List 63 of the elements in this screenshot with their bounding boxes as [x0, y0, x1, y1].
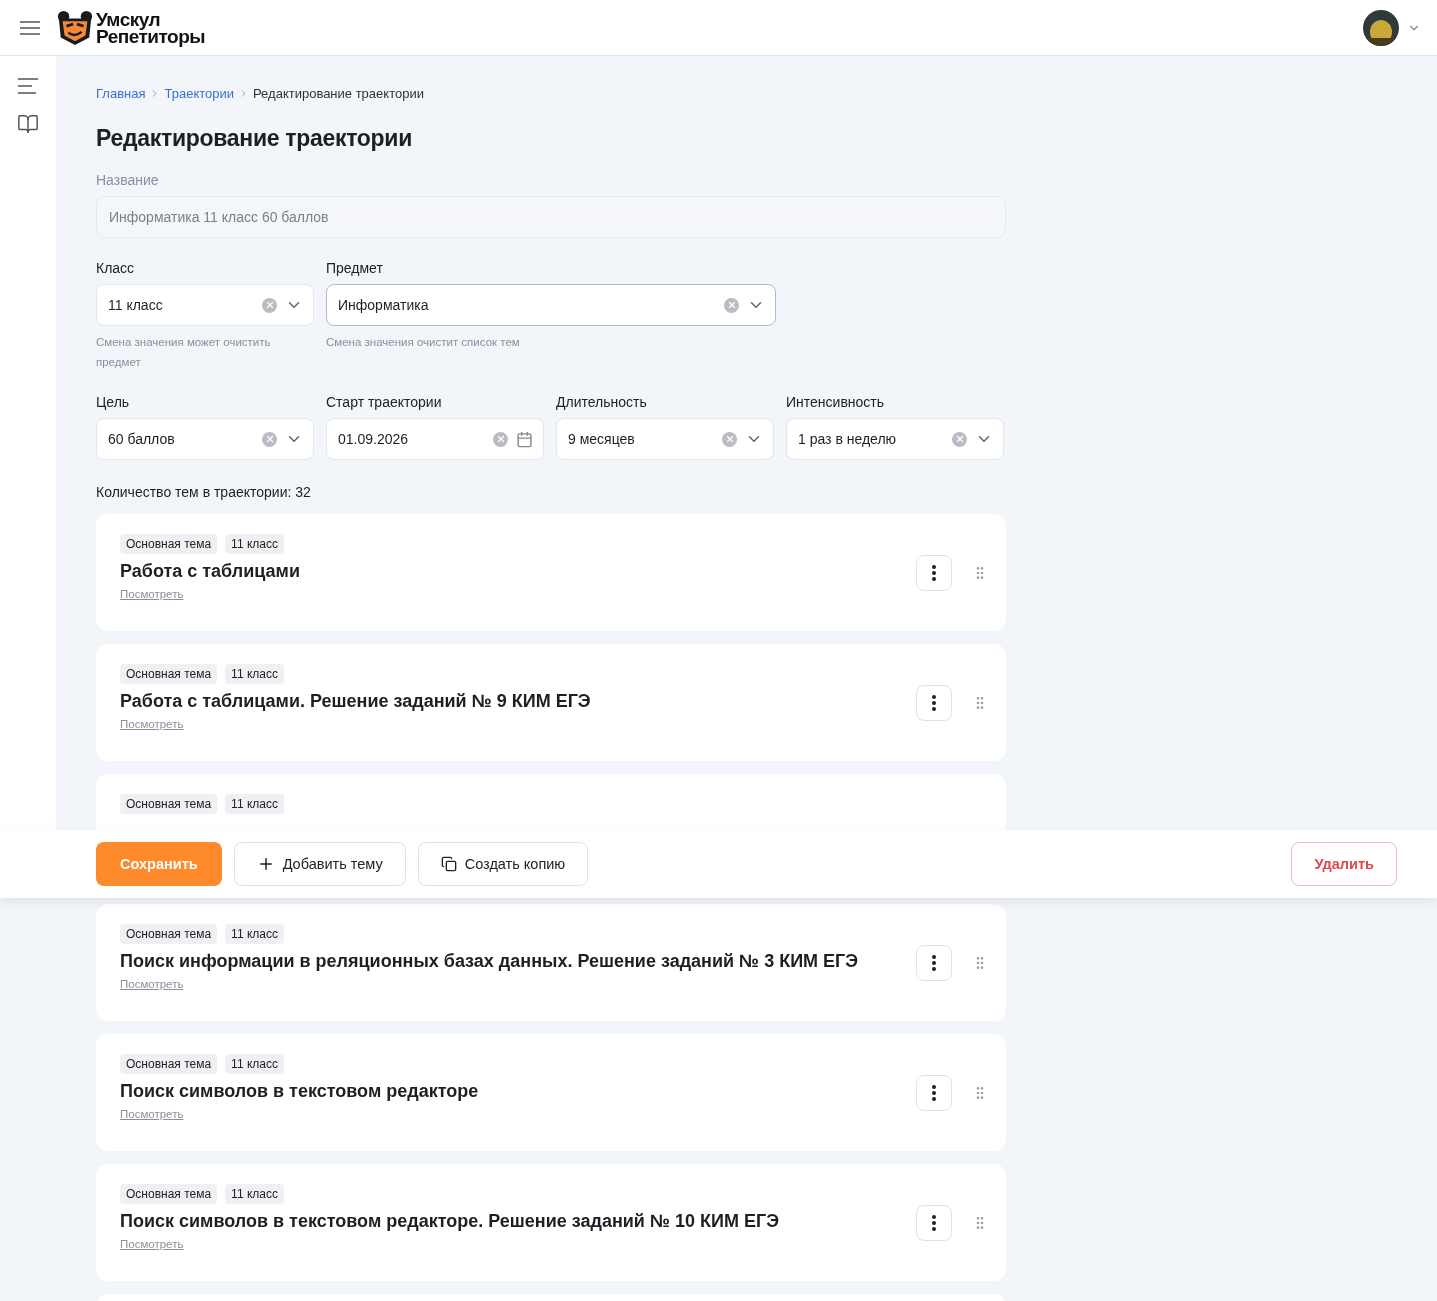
tag: Основная тема — [120, 664, 218, 684]
breadcrumb-link[interactable]: Главная — [96, 86, 146, 101]
field-label: Название — [96, 172, 160, 188]
breadcrumb-link[interactable]: Траектории — [164, 86, 234, 101]
topic-title: Работа с таблицами. Решение заданий № 9 КИМ ЕГЭ — [120, 691, 592, 712]
more-button[interactable] — [916, 1204, 952, 1241]
tag: 11 класс — [225, 534, 284, 554]
more-button[interactable] — [916, 1074, 952, 1111]
view-link[interactable]: Посмотреть — [120, 1108, 184, 1120]
topic-count: Количество тем в траектории: 32 — [96, 484, 312, 500]
more-icon — [932, 954, 936, 971]
field-hint: Смена значения может очистить предмет — [96, 335, 272, 370]
more-button[interactable] — [916, 944, 952, 981]
copy-button[interactable]: Создать копию — [417, 842, 589, 886]
list-icon[interactable] — [17, 77, 39, 95]
tag: Основная тема — [120, 1054, 218, 1074]
field-label: Длительность — [556, 394, 648, 410]
field-label: Старт траектории — [326, 394, 443, 410]
more-button[interactable] — [916, 554, 952, 591]
more-icon — [932, 564, 936, 581]
select-field[interactable]: Информатика — [326, 284, 776, 326]
topic-title: Поиск символов в текстовом редакторе. Решение заданий № 10 КИМ ЕГЭ — [120, 1211, 780, 1232]
field-hint: Смена значения очистит список тем — [326, 335, 521, 350]
copy-icon — [440, 856, 457, 872]
tag: Основная тема — [120, 924, 218, 944]
save-button[interactable]: Сохранить — [96, 842, 222, 886]
more-icon — [932, 694, 936, 711]
view-link[interactable]: Посмотреть — [120, 1238, 184, 1250]
breadcrumb-current: Редактирование траектории — [253, 86, 424, 101]
select-field[interactable]: 9 месяцев — [556, 418, 774, 460]
topic-title: Поиск информации в реляционных базах данных. Решение заданий № 3 КИМ ЕГЭ — [120, 951, 860, 972]
field-label: Класс — [96, 260, 136, 276]
calendar-icon[interactable] — [516, 430, 533, 448]
tag: Основная тема — [120, 534, 218, 554]
tag: 11 класс — [225, 1054, 284, 1074]
tag: 11 класс — [225, 794, 284, 814]
select-field[interactable]: 1 раз в неделю — [786, 418, 1004, 460]
view-link[interactable]: Посмотреть — [120, 588, 184, 600]
select-field[interactable]: 60 баллов — [96, 418, 314, 460]
topic-title: Работа с таблицами — [120, 561, 301, 582]
tag: 11 класс — [225, 924, 284, 944]
view-link[interactable]: Посмотреть — [120, 718, 184, 730]
book-icon[interactable] — [17, 113, 39, 135]
select-field[interactable]: 11 класс — [96, 284, 314, 326]
field-label: Интенсивность — [786, 394, 886, 410]
field-label: Предмет — [326, 260, 384, 276]
field-label: Цель — [96, 394, 131, 410]
tag: Основная тема — [120, 794, 218, 814]
tag: 11 класс — [225, 1184, 284, 1204]
date-field[interactable]: 01.09.2026 — [326, 418, 544, 460]
logo-text[interactable]: Умскул Репетиторы — [96, 10, 206, 45]
tag: Основная тема — [120, 1184, 218, 1204]
more-button[interactable] — [916, 684, 952, 721]
more-icon — [932, 1214, 936, 1231]
delete-button[interactable]: Удалить — [1291, 842, 1397, 886]
more-icon — [932, 1084, 936, 1101]
topic-title: Поиск символов в текстовом редакторе — [120, 1081, 480, 1102]
tag: 11 класс — [225, 664, 284, 684]
view-link[interactable]: Посмотреть — [120, 978, 184, 990]
avatar[interactable] — [1363, 9, 1399, 46]
page-title: Редактирование траектории — [96, 125, 414, 152]
bear-logo-icon — [56, 8, 94, 47]
add-topic-button[interactable]: Добавить тему — [233, 842, 406, 886]
